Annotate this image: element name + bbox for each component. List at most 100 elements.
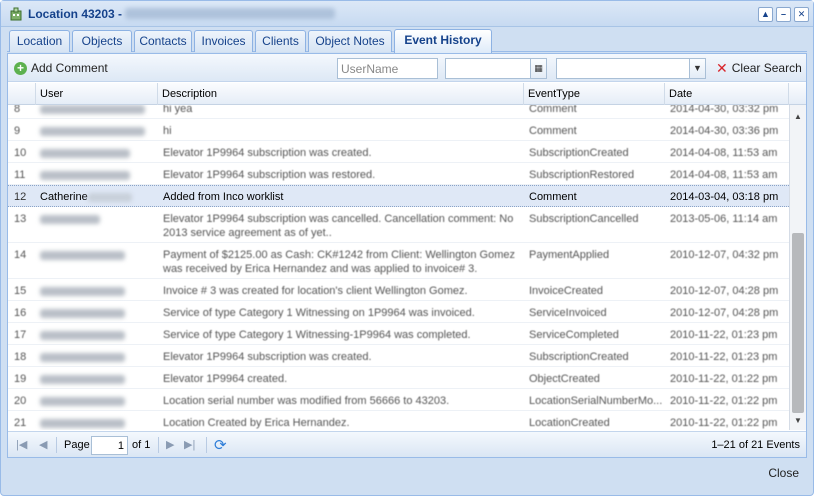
table-row-selected[interactable]: 12 Catherine Added from Inco worklist Co…	[8, 185, 789, 207]
username-search-input[interactable]	[337, 58, 438, 79]
table-row[interactable]: 21 Location Created by Erica Hernandez. …	[8, 411, 789, 430]
row-user: Catherine	[40, 191, 88, 203]
row-date: 2010-11-22, 01:22 pm	[670, 373, 778, 385]
row-description: hi yea	[163, 105, 193, 115]
chevron-down-icon[interactable]: ▼	[689, 58, 706, 79]
row-eventtype: SubscriptionCancelled	[529, 213, 639, 225]
tab-location[interactable]: Location	[9, 30, 70, 52]
paging-toolbar: |◀ ◀ Page of 1 ▶ ▶| ⟳ 1–21 of 21 Events	[8, 431, 806, 457]
row-description: Location Created by Erica Hernandez.	[163, 417, 350, 429]
minimize-icon[interactable]: –	[776, 7, 791, 22]
scroll-up-icon[interactable]: ▲	[794, 112, 802, 121]
row-description: Elevator 1P9964 subscription was restore…	[163, 169, 376, 181]
scroll-down-icon[interactable]: ▼	[794, 416, 802, 425]
tab-invoices[interactable]: Invoices	[194, 30, 253, 52]
refresh-icon[interactable]: ⟳	[214, 436, 227, 454]
row-description: Location serial number was modified from…	[163, 395, 450, 407]
redacted-user	[40, 149, 130, 158]
row-date: 2010-12-07, 04:28 pm	[670, 285, 779, 297]
event-type-select[interactable]	[556, 58, 690, 79]
table-row[interactable]: 9 hi Comment 2014-04-30, 03:36 pm	[8, 119, 789, 141]
row-number: 14	[14, 249, 27, 261]
table-row[interactable]: 14 Payment of $2125.00 as Cash: CK#1242 …	[8, 243, 789, 279]
table-row[interactable]: 15 Invoice # 3 was created for location'…	[8, 279, 789, 301]
table-row[interactable]: 20 Location serial number was modified f…	[8, 389, 789, 411]
row-date: 2014-04-30, 03:32 pm	[670, 105, 779, 115]
header-date[interactable]: Date	[665, 83, 789, 105]
row-number: 18	[14, 351, 27, 363]
window-title: Location 43203 -	[28, 7, 123, 21]
row-eventtype: PaymentApplied	[529, 249, 610, 261]
row-date: 2010-12-07, 04:32 pm	[670, 249, 779, 261]
redacted-user	[40, 215, 100, 224]
page-number-input[interactable]	[91, 436, 128, 455]
tab-clients[interactable]: Clients	[255, 30, 306, 52]
table-row[interactable]: 11 Elevator 1P9964 subscription was rest…	[8, 163, 789, 185]
row-date: 2010-11-22, 01:22 pm	[670, 395, 778, 407]
table-row[interactable]: 17 Service of type Category 1 Witnessing…	[8, 323, 789, 345]
row-eventtype: ServiceCompleted	[529, 329, 619, 341]
grid-header: User Description EventType Date	[8, 83, 806, 105]
tab-strip: Location Objects Contacts Invoices Clien…	[7, 28, 807, 53]
close-button[interactable]: Close	[768, 466, 799, 480]
row-date: 2014-04-30, 03:36 pm	[670, 125, 779, 137]
redacted-user	[40, 331, 125, 340]
table-row[interactable]: 18 Elevator 1P9964 subscription was crea…	[8, 345, 789, 367]
redacted-user	[40, 251, 125, 260]
page-count-label: of 1	[132, 439, 151, 451]
calendar-icon[interactable]: ▦	[530, 58, 547, 79]
row-eventtype: ServiceInvoiced	[529, 307, 607, 319]
header-description[interactable]: Description	[158, 83, 524, 105]
redacted-user	[40, 171, 130, 180]
row-date: 2014-03-04, 03:18 pm	[670, 191, 779, 203]
row-date: 2010-11-22, 01:23 pm	[670, 329, 778, 341]
window-footer: Close	[1, 460, 813, 495]
redacted-user	[40, 397, 125, 406]
table-row[interactable]: 10 Elevator 1P9964 subscription was crea…	[8, 141, 789, 163]
last-page-icon[interactable]: ▶|	[184, 438, 195, 451]
date-filter-input[interactable]	[445, 58, 531, 79]
row-number: 21	[14, 417, 27, 429]
row-description: Service of type Category 1 Witnessing on…	[163, 307, 475, 319]
row-eventtype: LocationSerialNumberMo...	[529, 395, 663, 407]
redacted-user	[40, 127, 145, 136]
row-description: Elevator 1P9964 subscription was created…	[163, 147, 372, 159]
row-number: 16	[14, 307, 27, 319]
row-number: 20	[14, 395, 27, 407]
tab-contacts[interactable]: Contacts	[134, 30, 192, 52]
window-titlebar[interactable]: Location 43203 - ▲ – ✕	[1, 1, 813, 27]
row-date: 2010-12-07, 04:28 pm	[670, 307, 779, 319]
clear-search-button[interactable]: ✕ Clear Search	[716, 61, 802, 76]
grid-scrollbar[interactable]: ▲ ▼	[789, 105, 806, 430]
header-eventtype[interactable]: EventType	[524, 83, 665, 105]
row-number: 12	[14, 191, 27, 203]
table-row[interactable]: 13 Elevator 1P9964 subscription was canc…	[8, 207, 789, 243]
row-description: Service of type Category 1 Witnessing-1P…	[163, 329, 471, 341]
redacted-user	[40, 105, 145, 114]
prev-page-icon[interactable]: ◀	[39, 438, 47, 451]
row-eventtype: LocationCreated	[529, 417, 610, 429]
pager-separator	[56, 437, 57, 453]
add-plus-icon: +	[14, 61, 27, 75]
event-toolbar: + Add Comment ▦ ▼ ✕ Clear Search	[8, 54, 806, 82]
location-building-icon	[10, 7, 22, 21]
table-row[interactable]: 8 hi yea Comment 2014-04-30, 03:32 pm	[8, 105, 789, 119]
row-description: Elevator 1P9964 subscription was created…	[163, 351, 372, 363]
next-page-icon[interactable]: ▶	[166, 438, 174, 451]
table-row[interactable]: 19 Elevator 1P9964 created. ObjectCreate…	[8, 367, 789, 389]
table-row[interactable]: 16 Service of type Category 1 Witnessing…	[8, 301, 789, 323]
first-page-icon[interactable]: |◀	[16, 438, 27, 451]
collapse-up-icon[interactable]: ▲	[758, 7, 773, 22]
row-number: 19	[14, 373, 27, 385]
scrollbar-thumb[interactable]	[792, 233, 804, 413]
location-window: Location 43203 - ▲ – ✕ Location Objects …	[0, 0, 814, 496]
row-date: 2014-04-08, 11:53 am	[670, 147, 778, 159]
row-number: 13	[14, 213, 27, 225]
tab-objects[interactable]: Objects	[72, 30, 132, 52]
add-comment-button[interactable]: + Add Comment	[14, 61, 108, 75]
redacted-user	[40, 309, 125, 318]
header-user[interactable]: User	[36, 83, 158, 105]
close-icon[interactable]: ✕	[794, 7, 809, 22]
tab-object-notes[interactable]: Object Notes	[308, 30, 392, 52]
tab-event-history[interactable]: Event History	[394, 29, 492, 53]
